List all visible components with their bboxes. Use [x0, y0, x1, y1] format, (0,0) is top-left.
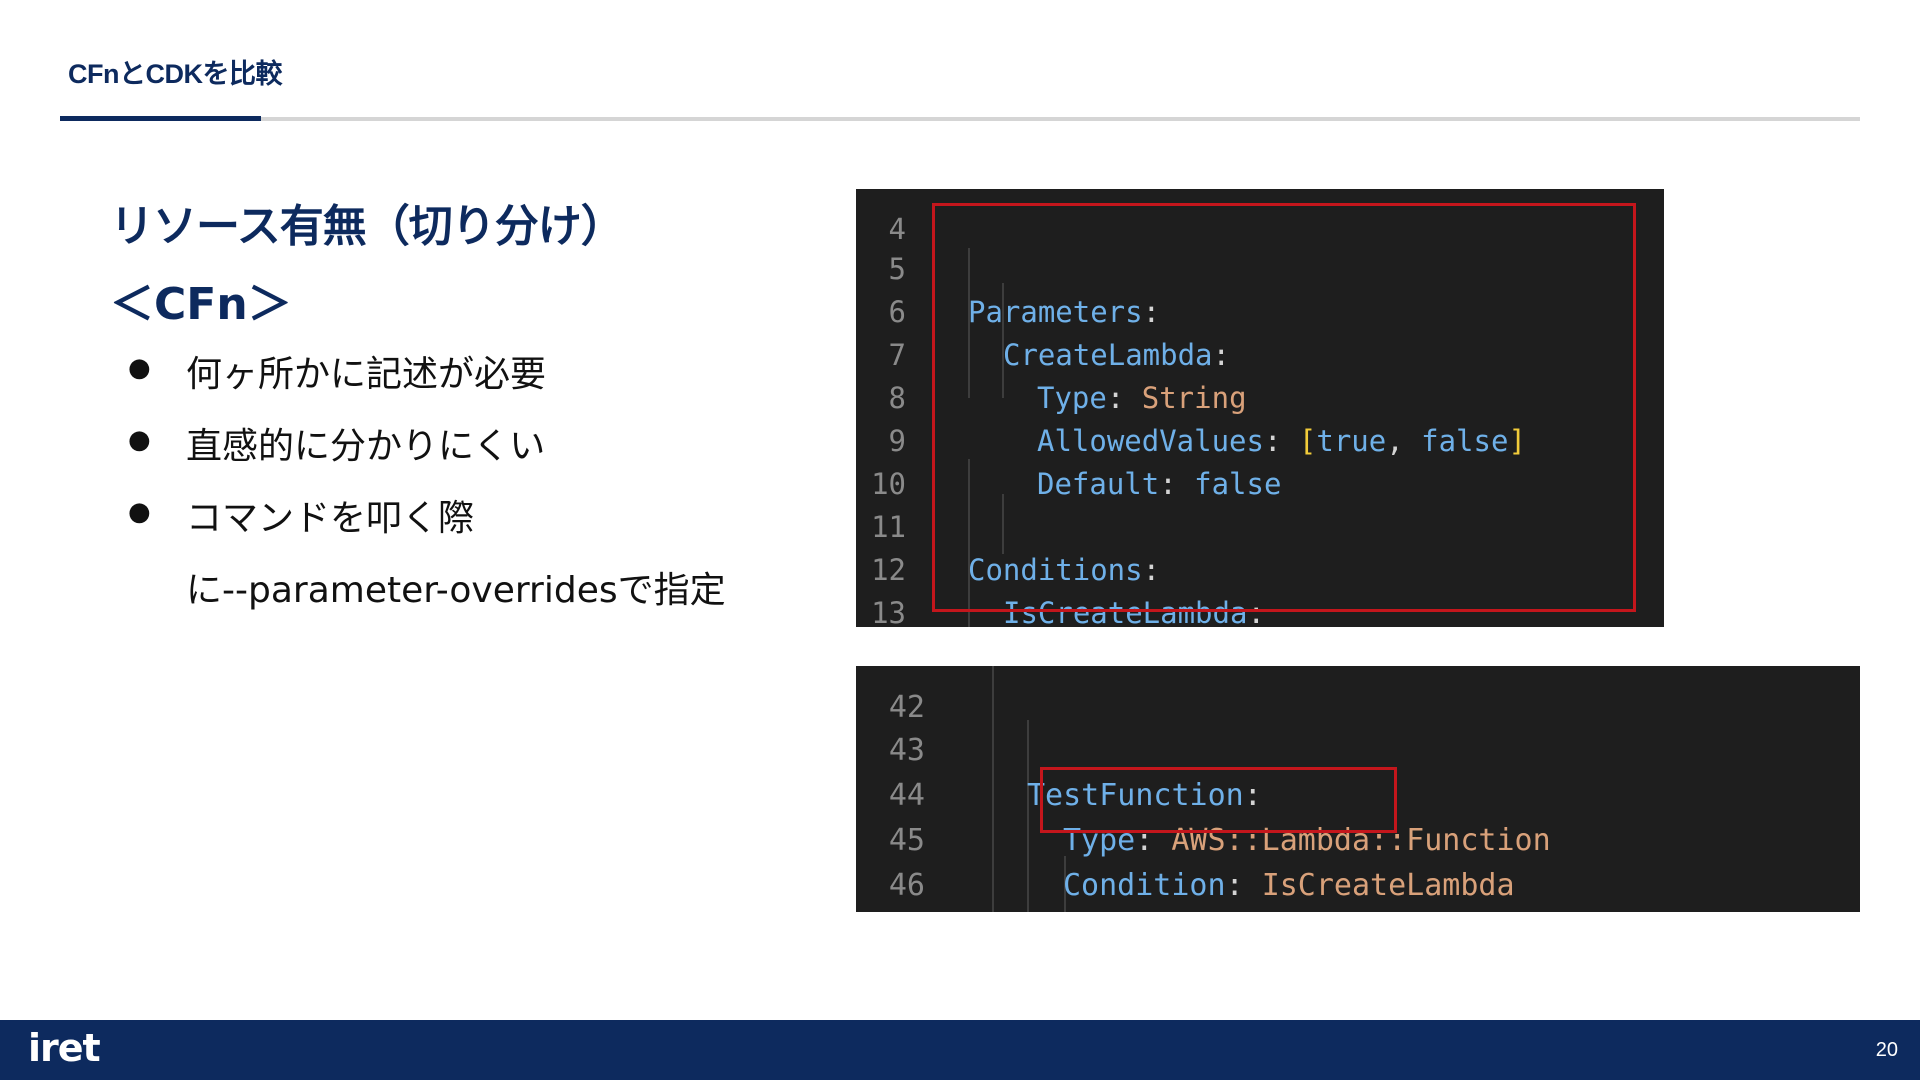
code-text: Condition: IsCreateLambda: [1063, 868, 1515, 903]
bullet-marker: ●: [128, 497, 151, 527]
code-line: 8 AllowedValues: [true, false]: [856, 334, 1526, 458]
code-line: 13 !Equals [true, !Ref CreateLambda]: [856, 549, 926, 627]
bullet-item: ● コマンドを叩く際: [128, 489, 768, 561]
bullet-continuation-text: に--parameter-overridesで指定: [186, 570, 726, 611]
code-line: 47 FunctionName: !Ref LambdaFunctionName: [856, 863, 928, 908]
code-line: 5 Parameters:: [856, 205, 1161, 329]
header-divider: [60, 117, 1860, 121]
code-snippet-resource: 42 43 TestFunction: 44 Type: AWS::Lambda…: [856, 666, 1860, 912]
code-line: 6 CreateLambda:: [856, 248, 1230, 372]
bullet-text: コマンドを叩く際: [186, 498, 475, 539]
code-line: 10: [856, 420, 926, 501]
code-line: 43 TestFunction:: [856, 683, 1262, 813]
iret-logo: iret: [28, 1026, 101, 1070]
bullet-text: 直感的に分かりにくい: [186, 426, 546, 467]
code-line: 9 Default: false: [856, 377, 1282, 501]
code-text: Properties:: [1063, 908, 1262, 912]
code-line: 44 Type: AWS::Lambda::Function: [856, 728, 1551, 858]
code-line: 7 Type: String: [856, 291, 1247, 415]
code-line: 11 Conditions:: [856, 463, 1160, 587]
page-number: 20: [1875, 1039, 1898, 1061]
bullet-continuation: に--parameter-overridesで指定: [128, 561, 768, 633]
bullet-item: ● 直感的に分かりにくい: [128, 417, 768, 489]
header-divider-accent: [60, 116, 261, 121]
bullet-marker: ●: [128, 425, 151, 455]
footer-bar: iret 20: [0, 1020, 1920, 1080]
bullet-item: ● 何ヶ所かに記述が必要: [128, 345, 768, 417]
code-line: 12 IsCreateLambda:: [856, 506, 1265, 627]
highlight-box-condition: [1040, 767, 1397, 833]
bullet-list: ● 何ヶ所かに記述が必要 ● 直感的に分かりにくい ● コマンドを叩く際 に--…: [128, 345, 768, 633]
code-line: 45 Condition: IsCreateLambda: [856, 773, 1515, 903]
bullet-marker: ●: [128, 353, 151, 383]
code-line: 46 Properties:: [856, 818, 928, 903]
indent-guide: [992, 666, 994, 912]
code-snippet-parameters: 4 5 Parameters: 6 CreateLambda: 7 Type: …: [856, 189, 1664, 627]
code-line: 14: [856, 592, 926, 627]
slide-header-title: CFnとCDKを比較: [68, 59, 282, 89]
line-number: 47: [856, 908, 925, 912]
section-subtitle: ＜CFn＞: [110, 279, 292, 330]
bullet-text: 何ヶ所かに記述が必要: [186, 354, 547, 395]
section-title: リソース有無（切り分け）: [110, 201, 625, 252]
highlight-box-parameters-conditions: [932, 203, 1636, 612]
